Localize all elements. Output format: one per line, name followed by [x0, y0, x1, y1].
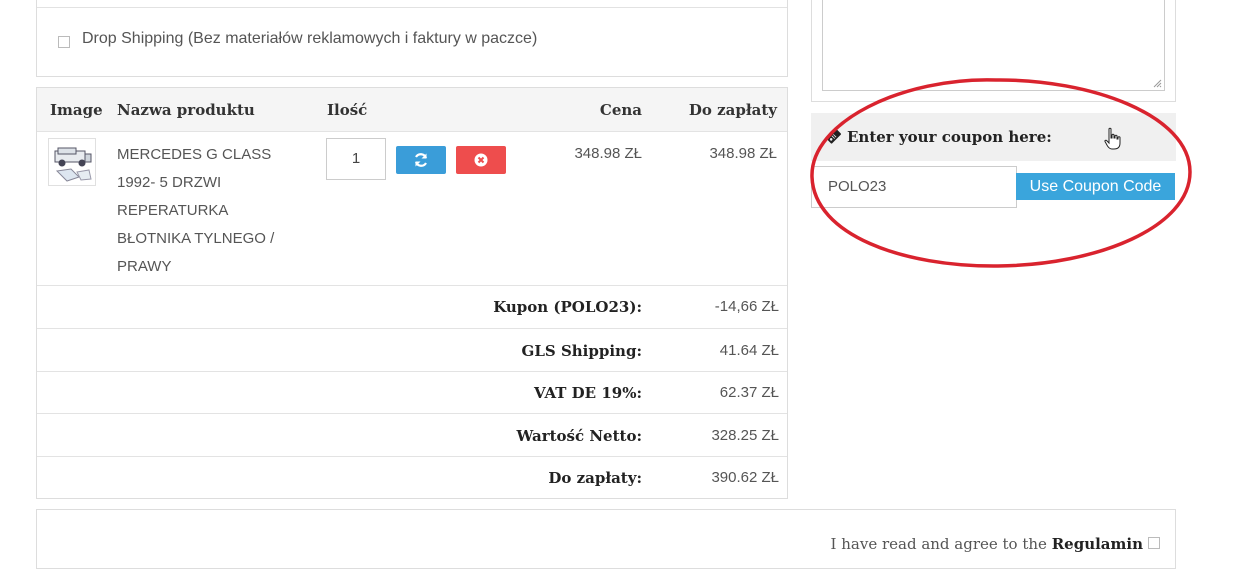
product-name[interactable]: MERCEDES G CLASS 1992- 5 DRZWI REPERATUR… — [117, 141, 307, 281]
totals-value: 390.62 ZŁ — [711, 469, 779, 486]
header-price: Cena — [599, 101, 642, 119]
totals-value: 41.64 ZŁ — [719, 342, 779, 359]
header-image: Image — [50, 101, 103, 119]
highlight-ellipse — [810, 78, 1192, 268]
agreement-prefix: I have read and agree to the — [830, 535, 1052, 553]
totals-label: GLS Shipping: — [521, 342, 642, 360]
drop-shipping-panel: Drop Shipping (Bez materiałów reklamowyc… — [36, 0, 788, 77]
header-product-name: Nazwa produktu — [117, 101, 255, 119]
totals-label: Wartość Netto: — [516, 427, 642, 445]
drop-shipping-label[interactable]: Drop Shipping (Bez materiałów reklamowyc… — [82, 30, 537, 48]
net-value-row: Wartość Netto: 328.25 ZŁ — [37, 413, 787, 456]
coupon-discount-row: Kupon (POLO23): -14,66 ZŁ — [37, 285, 787, 328]
item-price: 348.98 ZŁ — [574, 145, 642, 162]
totals-label: Kupon (POLO23): — [493, 298, 642, 316]
grand-total-row: Do zapłaty: 390.62 ZŁ — [37, 456, 787, 498]
agree-terms-checkbox[interactable] — [1148, 537, 1160, 549]
remove-item-button[interactable] — [456, 146, 506, 174]
agreement-text: I have read and agree to the Regulamin — [831, 535, 1143, 553]
hand-cursor-icon — [1104, 127, 1121, 150]
product-thumbnail[interactable] — [48, 138, 96, 186]
product-name-line: BŁOTNIKA TYLNEGO / — [117, 230, 275, 247]
quantity-input[interactable]: 1 — [326, 138, 386, 180]
product-name-line: REPERATURKA — [117, 202, 229, 219]
terms-link[interactable]: Regulamin — [1052, 535, 1143, 553]
totals-value: -14,66 ZŁ — [714, 298, 779, 315]
drop-shipping-checkbox[interactable] — [58, 36, 70, 48]
divider — [37, 7, 787, 8]
totals-value: 328.25 ZŁ — [711, 427, 779, 444]
item-total: 348.98 ZŁ — [709, 145, 777, 162]
product-name-line: PRAWY — [117, 258, 172, 275]
table-header: Image Nazwa produktu Ilość Cena Do zapła… — [37, 88, 787, 132]
vat-row: VAT DE 19%: 62.37 ZŁ — [37, 371, 787, 413]
cart-table: Image Nazwa produktu Ilość Cena Do zapła… — [36, 87, 788, 499]
agreement-panel: I have read and agree to the Regulamin — [36, 509, 1176, 569]
remove-icon — [474, 153, 488, 167]
product-name-line: MERCEDES G CLASS — [117, 146, 272, 163]
product-name-line: 1992- 5 DRZWI — [117, 174, 222, 191]
totals-label: VAT DE 19%: — [533, 384, 642, 402]
header-total: Do zapłaty — [688, 101, 777, 119]
totals-label: Do zapłaty: — [548, 469, 642, 487]
update-quantity-button[interactable] — [396, 146, 446, 174]
refresh-icon — [414, 153, 428, 167]
header-quantity: Ilość — [327, 101, 368, 119]
product-image — [54, 147, 92, 182]
totals-value: 62.37 ZŁ — [719, 384, 779, 401]
shipping-row: GLS Shipping: 41.64 ZŁ — [37, 328, 787, 371]
